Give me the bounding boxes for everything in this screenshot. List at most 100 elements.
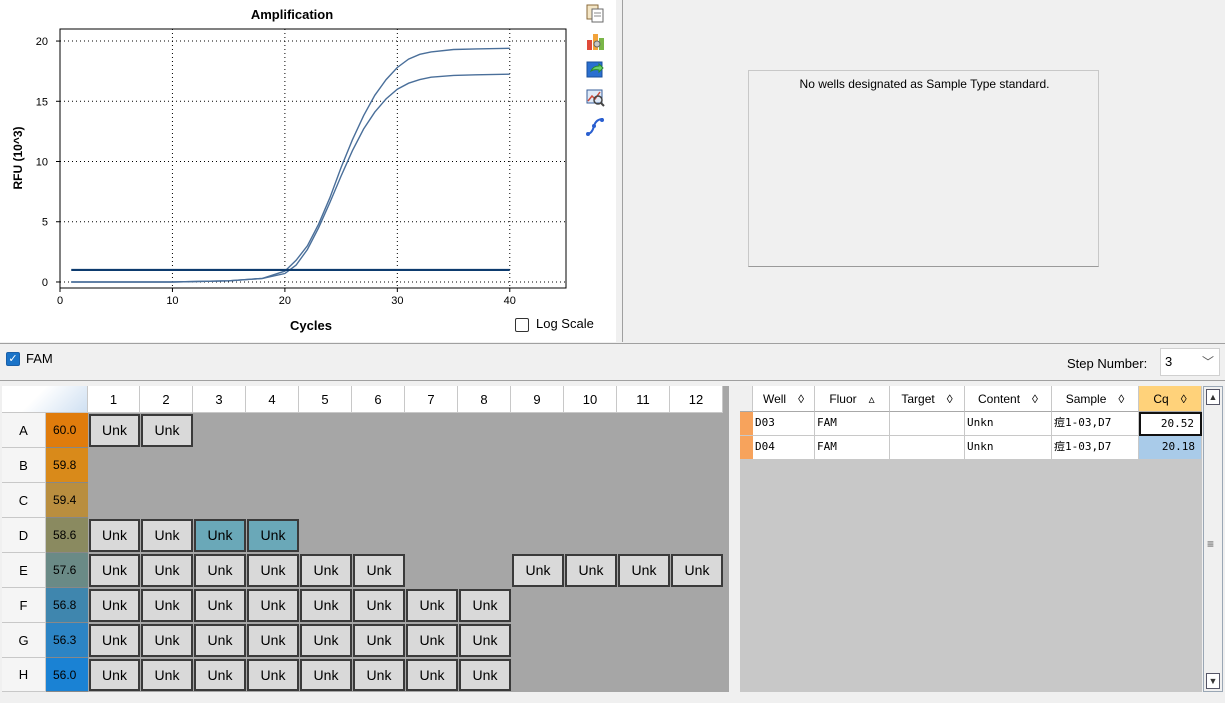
export-icon[interactable] (584, 58, 606, 80)
plate-well[interactable]: Unk (512, 554, 564, 587)
copy-icon[interactable] (584, 2, 606, 24)
plate-well[interactable]: Unk (618, 554, 670, 587)
table-scrollbar[interactable]: ▲ ≡ ▼ (1203, 386, 1223, 692)
plate-well[interactable]: Unk (194, 519, 246, 552)
plate-row-header[interactable]: C (2, 483, 46, 518)
scroll-thumb[interactable]: ≡ (1207, 537, 1214, 551)
plate-well[interactable]: Unk (247, 589, 299, 622)
curve-icon[interactable] (584, 116, 606, 138)
plate-column-header[interactable]: 9 (511, 386, 564, 413)
plate-well[interactable]: Unk (89, 659, 140, 691)
plate-well[interactable]: Unk (353, 589, 405, 622)
sort-icon[interactable]: ◊ (1118, 392, 1124, 406)
plate-column-header[interactable]: 3 (193, 386, 246, 413)
plate-well[interactable]: Unk (141, 624, 193, 657)
sort-icon[interactable]: ◊ (947, 392, 953, 406)
table-cell-content[interactable]: Unkn (965, 412, 1052, 436)
plate-table-splitter[interactable] (733, 386, 739, 692)
plate-well[interactable]: Unk (89, 519, 140, 552)
plate-column-header[interactable]: 12 (670, 386, 723, 413)
plate-well[interactable]: Unk (141, 414, 193, 447)
plate-row-header[interactable]: H (2, 658, 46, 692)
plate-well[interactable]: Unk (247, 659, 299, 691)
plate-column-header[interactable]: 7 (405, 386, 458, 413)
sort-icon[interactable]: ◊ (1032, 392, 1038, 406)
column-header-sample[interactable]: Sample ◊ (1052, 386, 1139, 412)
plate-well[interactable]: Unk (247, 554, 299, 587)
plate-well[interactable]: Unk (247, 624, 299, 657)
column-header-content[interactable]: Content ◊ (965, 386, 1052, 412)
plate-well[interactable]: Unk (247, 519, 299, 552)
plate-well[interactable]: Unk (353, 659, 405, 691)
table-cell-fluor[interactable]: FAM (815, 412, 890, 436)
plate-well[interactable]: Unk (300, 554, 352, 587)
row-selector[interactable] (740, 412, 753, 436)
table-cell-fluor[interactable]: FAM (815, 436, 890, 460)
scroll-up-icon[interactable]: ▲ (1206, 389, 1220, 405)
plate-well[interactable]: Unk (406, 589, 458, 622)
table-cell-cq[interactable]: 20.52 (1139, 412, 1202, 436)
plate-column-header[interactable]: 11 (617, 386, 670, 413)
column-header-well[interactable]: Well ◊ (753, 386, 815, 412)
plate-row-header[interactable]: B (2, 448, 46, 483)
plate-column-header[interactable]: 4 (246, 386, 299, 413)
plate-well[interactable]: Unk (300, 659, 352, 691)
plate-well[interactable]: Unk (89, 414, 140, 447)
table-cell-sample[interactable]: 痘1-03,D7 (1052, 412, 1139, 436)
plate-well[interactable]: Unk (300, 589, 352, 622)
plate-well[interactable]: Unk (459, 624, 511, 657)
row-selector[interactable] (740, 436, 753, 460)
plate-column-header[interactable]: 2 (140, 386, 193, 413)
plate-well[interactable]: Unk (406, 624, 458, 657)
plate-row-header[interactable]: E (2, 553, 46, 588)
plate-corner[interactable] (2, 386, 88, 413)
plate-well[interactable]: Unk (353, 554, 405, 587)
column-header-fluor[interactable]: Fluor ▵ (815, 386, 890, 412)
step-number-select[interactable]: 3 ﹀ (1160, 348, 1220, 376)
plate-well[interactable]: Unk (89, 554, 140, 587)
plate-column-header[interactable]: 8 (458, 386, 511, 413)
plate-well[interactable]: Unk (194, 589, 246, 622)
horizontal-splitter[interactable] (0, 343, 1225, 344)
sort-icon[interactable]: ▵ (869, 392, 875, 406)
column-header-cq[interactable]: Cq ◊ (1139, 386, 1202, 412)
plate-row-header[interactable]: D (2, 518, 46, 553)
plate-well[interactable]: Unk (141, 519, 193, 552)
table-cell-sample[interactable]: 痘1-03,D7 (1052, 436, 1139, 460)
chart-settings-icon[interactable] (584, 30, 606, 52)
table-cell-well[interactable]: D04 (753, 436, 815, 460)
sort-icon[interactable]: ◊ (1181, 392, 1187, 406)
plate-row-header[interactable]: F (2, 588, 46, 623)
column-header-target[interactable]: Target ◊ (890, 386, 965, 412)
table-cell-cq[interactable]: 20.18 (1139, 436, 1202, 460)
plate-well[interactable]: Unk (141, 589, 193, 622)
table-cell-target[interactable] (890, 436, 965, 460)
plate-well[interactable]: Unk (565, 554, 617, 587)
plate-well[interactable]: Unk (406, 659, 458, 691)
table-cell-content[interactable]: Unkn (965, 436, 1052, 460)
plate-well[interactable]: Unk (459, 589, 511, 622)
log-scale-checkbox[interactable] (515, 318, 529, 332)
plate-well[interactable]: Unk (141, 554, 193, 587)
plate-well[interactable]: Unk (459, 659, 511, 691)
scroll-down-icon[interactable]: ▼ (1206, 673, 1220, 689)
zoom-icon[interactable] (584, 86, 606, 108)
table-cell-target[interactable] (890, 412, 965, 436)
table-cell-well[interactable]: D03 (753, 412, 815, 436)
plate-column-header[interactable]: 5 (299, 386, 352, 413)
plate-well[interactable]: Unk (141, 659, 193, 691)
plate-well[interactable]: Unk (194, 554, 246, 587)
plate-well[interactable]: Unk (89, 589, 140, 622)
plate-well[interactable]: Unk (89, 624, 140, 657)
plate-well[interactable]: Unk (353, 624, 405, 657)
fam-checkbox[interactable]: ✓ (6, 352, 20, 366)
plate-well[interactable]: Unk (671, 554, 723, 587)
plate-well[interactable]: Unk (300, 624, 352, 657)
plate-column-header[interactable]: 10 (564, 386, 617, 413)
plate-column-header[interactable]: 1 (88, 386, 140, 413)
sort-icon[interactable]: ◊ (798, 392, 804, 406)
plate-row-header[interactable]: G (2, 623, 46, 658)
plate-well[interactable]: Unk (194, 624, 246, 657)
plate-row-header[interactable]: A (2, 413, 46, 448)
plate-well[interactable]: Unk (194, 659, 246, 691)
